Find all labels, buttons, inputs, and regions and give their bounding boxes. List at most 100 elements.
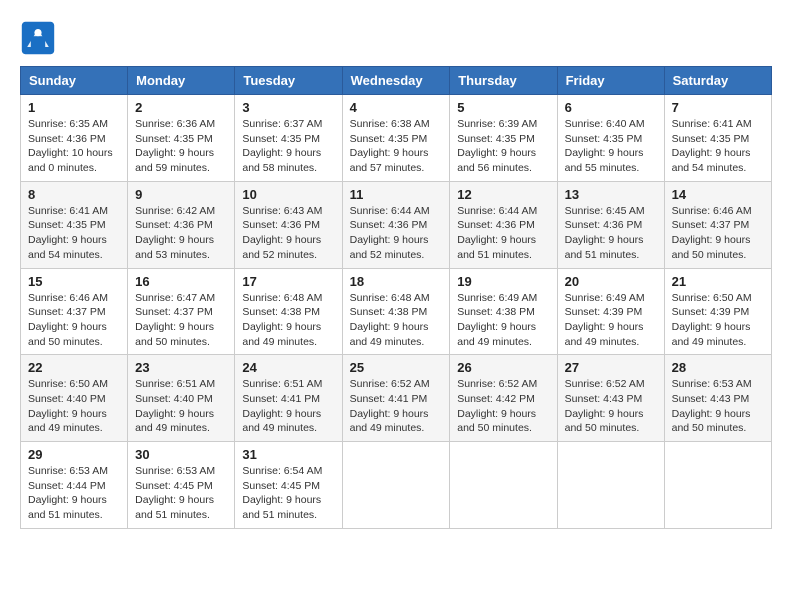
calendar: SundayMondayTuesdayWednesdayThursdayFrid… [20,66,772,529]
day-cell-21: 21 Sunrise: 6:50 AM Sunset: 4:39 PM Dayl… [664,268,771,355]
day-info: Sunrise: 6:42 AM Sunset: 4:36 PM Dayligh… [135,204,227,263]
day-info: Sunrise: 6:49 AM Sunset: 4:38 PM Dayligh… [457,291,549,350]
day-number: 2 [135,100,227,115]
day-info: Sunrise: 6:52 AM Sunset: 4:42 PM Dayligh… [457,377,549,436]
day-cell-14: 14 Sunrise: 6:46 AM Sunset: 4:37 PM Dayl… [664,181,771,268]
day-info: Sunrise: 6:54 AM Sunset: 4:45 PM Dayligh… [242,464,334,523]
day-number: 25 [350,360,443,375]
day-info: Sunrise: 6:52 AM Sunset: 4:43 PM Dayligh… [565,377,657,436]
day-cell-18: 18 Sunrise: 6:48 AM Sunset: 4:38 PM Dayl… [342,268,450,355]
weekday-header-saturday: Saturday [664,67,771,95]
week-row-1: 1 Sunrise: 6:35 AM Sunset: 4:36 PM Dayli… [21,95,772,182]
day-cell-1: 1 Sunrise: 6:35 AM Sunset: 4:36 PM Dayli… [21,95,128,182]
day-number: 14 [672,187,764,202]
day-number: 21 [672,274,764,289]
day-number: 29 [28,447,120,462]
day-cell-8: 8 Sunrise: 6:41 AM Sunset: 4:35 PM Dayli… [21,181,128,268]
day-number: 30 [135,447,227,462]
day-cell-23: 23 Sunrise: 6:51 AM Sunset: 4:40 PM Dayl… [128,355,235,442]
day-info: Sunrise: 6:41 AM Sunset: 4:35 PM Dayligh… [28,204,120,263]
day-info: Sunrise: 6:53 AM Sunset: 4:45 PM Dayligh… [135,464,227,523]
day-info: Sunrise: 6:41 AM Sunset: 4:35 PM Dayligh… [672,117,764,176]
day-info: Sunrise: 6:44 AM Sunset: 4:36 PM Dayligh… [457,204,549,263]
day-number: 15 [28,274,120,289]
week-row-3: 15 Sunrise: 6:46 AM Sunset: 4:37 PM Dayl… [21,268,772,355]
day-number: 12 [457,187,549,202]
day-number: 23 [135,360,227,375]
weekday-header-thursday: Thursday [450,67,557,95]
day-info: Sunrise: 6:35 AM Sunset: 4:36 PM Dayligh… [28,117,120,176]
day-cell-25: 25 Sunrise: 6:52 AM Sunset: 4:41 PM Dayl… [342,355,450,442]
day-number: 24 [242,360,334,375]
day-number: 16 [135,274,227,289]
day-cell-13: 13 Sunrise: 6:45 AM Sunset: 4:36 PM Dayl… [557,181,664,268]
day-info: Sunrise: 6:43 AM Sunset: 4:36 PM Dayligh… [242,204,334,263]
day-cell-7: 7 Sunrise: 6:41 AM Sunset: 4:35 PM Dayli… [664,95,771,182]
day-number: 22 [28,360,120,375]
day-number: 31 [242,447,334,462]
day-info: Sunrise: 6:47 AM Sunset: 4:37 PM Dayligh… [135,291,227,350]
day-info: Sunrise: 6:48 AM Sunset: 4:38 PM Dayligh… [242,291,334,350]
day-number: 5 [457,100,549,115]
day-cell-24: 24 Sunrise: 6:51 AM Sunset: 4:41 PM Dayl… [235,355,342,442]
weekday-header-row: SundayMondayTuesdayWednesdayThursdayFrid… [21,67,772,95]
day-cell-28: 28 Sunrise: 6:53 AM Sunset: 4:43 PM Dayl… [664,355,771,442]
logo [20,20,62,56]
empty-cell [450,442,557,529]
day-info: Sunrise: 6:45 AM Sunset: 4:36 PM Dayligh… [565,204,657,263]
day-number: 26 [457,360,549,375]
day-info: Sunrise: 6:51 AM Sunset: 4:41 PM Dayligh… [242,377,334,436]
week-row-4: 22 Sunrise: 6:50 AM Sunset: 4:40 PM Dayl… [21,355,772,442]
day-number: 6 [565,100,657,115]
day-cell-16: 16 Sunrise: 6:47 AM Sunset: 4:37 PM Dayl… [128,268,235,355]
day-cell-26: 26 Sunrise: 6:52 AM Sunset: 4:42 PM Dayl… [450,355,557,442]
day-number: 4 [350,100,443,115]
day-info: Sunrise: 6:48 AM Sunset: 4:38 PM Dayligh… [350,291,443,350]
day-info: Sunrise: 6:51 AM Sunset: 4:40 PM Dayligh… [135,377,227,436]
day-number: 28 [672,360,764,375]
day-cell-4: 4 Sunrise: 6:38 AM Sunset: 4:35 PM Dayli… [342,95,450,182]
day-cell-15: 15 Sunrise: 6:46 AM Sunset: 4:37 PM Dayl… [21,268,128,355]
day-info: Sunrise: 6:50 AM Sunset: 4:40 PM Dayligh… [28,377,120,436]
day-number: 9 [135,187,227,202]
day-info: Sunrise: 6:52 AM Sunset: 4:41 PM Dayligh… [350,377,443,436]
day-cell-22: 22 Sunrise: 6:50 AM Sunset: 4:40 PM Dayl… [21,355,128,442]
day-number: 20 [565,274,657,289]
day-number: 13 [565,187,657,202]
day-number: 11 [350,187,443,202]
day-info: Sunrise: 6:40 AM Sunset: 4:35 PM Dayligh… [565,117,657,176]
weekday-header-wednesday: Wednesday [342,67,450,95]
day-cell-11: 11 Sunrise: 6:44 AM Sunset: 4:36 PM Dayl… [342,181,450,268]
day-cell-10: 10 Sunrise: 6:43 AM Sunset: 4:36 PM Dayl… [235,181,342,268]
day-info: Sunrise: 6:44 AM Sunset: 4:36 PM Dayligh… [350,204,443,263]
day-number: 27 [565,360,657,375]
day-number: 18 [350,274,443,289]
empty-cell [557,442,664,529]
weekday-header-tuesday: Tuesday [235,67,342,95]
day-cell-20: 20 Sunrise: 6:49 AM Sunset: 4:39 PM Dayl… [557,268,664,355]
logo-icon [20,20,56,56]
page-header [20,20,772,56]
day-info: Sunrise: 6:39 AM Sunset: 4:35 PM Dayligh… [457,117,549,176]
weekday-header-sunday: Sunday [21,67,128,95]
day-info: Sunrise: 6:38 AM Sunset: 4:35 PM Dayligh… [350,117,443,176]
day-cell-17: 17 Sunrise: 6:48 AM Sunset: 4:38 PM Dayl… [235,268,342,355]
day-cell-19: 19 Sunrise: 6:49 AM Sunset: 4:38 PM Dayl… [450,268,557,355]
day-cell-30: 30 Sunrise: 6:53 AM Sunset: 4:45 PM Dayl… [128,442,235,529]
day-cell-9: 9 Sunrise: 6:42 AM Sunset: 4:36 PM Dayli… [128,181,235,268]
day-number: 10 [242,187,334,202]
day-cell-3: 3 Sunrise: 6:37 AM Sunset: 4:35 PM Dayli… [235,95,342,182]
day-cell-5: 5 Sunrise: 6:39 AM Sunset: 4:35 PM Dayli… [450,95,557,182]
empty-cell [664,442,771,529]
day-info: Sunrise: 6:49 AM Sunset: 4:39 PM Dayligh… [565,291,657,350]
week-row-2: 8 Sunrise: 6:41 AM Sunset: 4:35 PM Dayli… [21,181,772,268]
day-info: Sunrise: 6:53 AM Sunset: 4:44 PM Dayligh… [28,464,120,523]
day-number: 17 [242,274,334,289]
day-number: 19 [457,274,549,289]
day-info: Sunrise: 6:46 AM Sunset: 4:37 PM Dayligh… [672,204,764,263]
day-info: Sunrise: 6:53 AM Sunset: 4:43 PM Dayligh… [672,377,764,436]
day-info: Sunrise: 6:50 AM Sunset: 4:39 PM Dayligh… [672,291,764,350]
day-info: Sunrise: 6:36 AM Sunset: 4:35 PM Dayligh… [135,117,227,176]
weekday-header-friday: Friday [557,67,664,95]
day-cell-27: 27 Sunrise: 6:52 AM Sunset: 4:43 PM Dayl… [557,355,664,442]
